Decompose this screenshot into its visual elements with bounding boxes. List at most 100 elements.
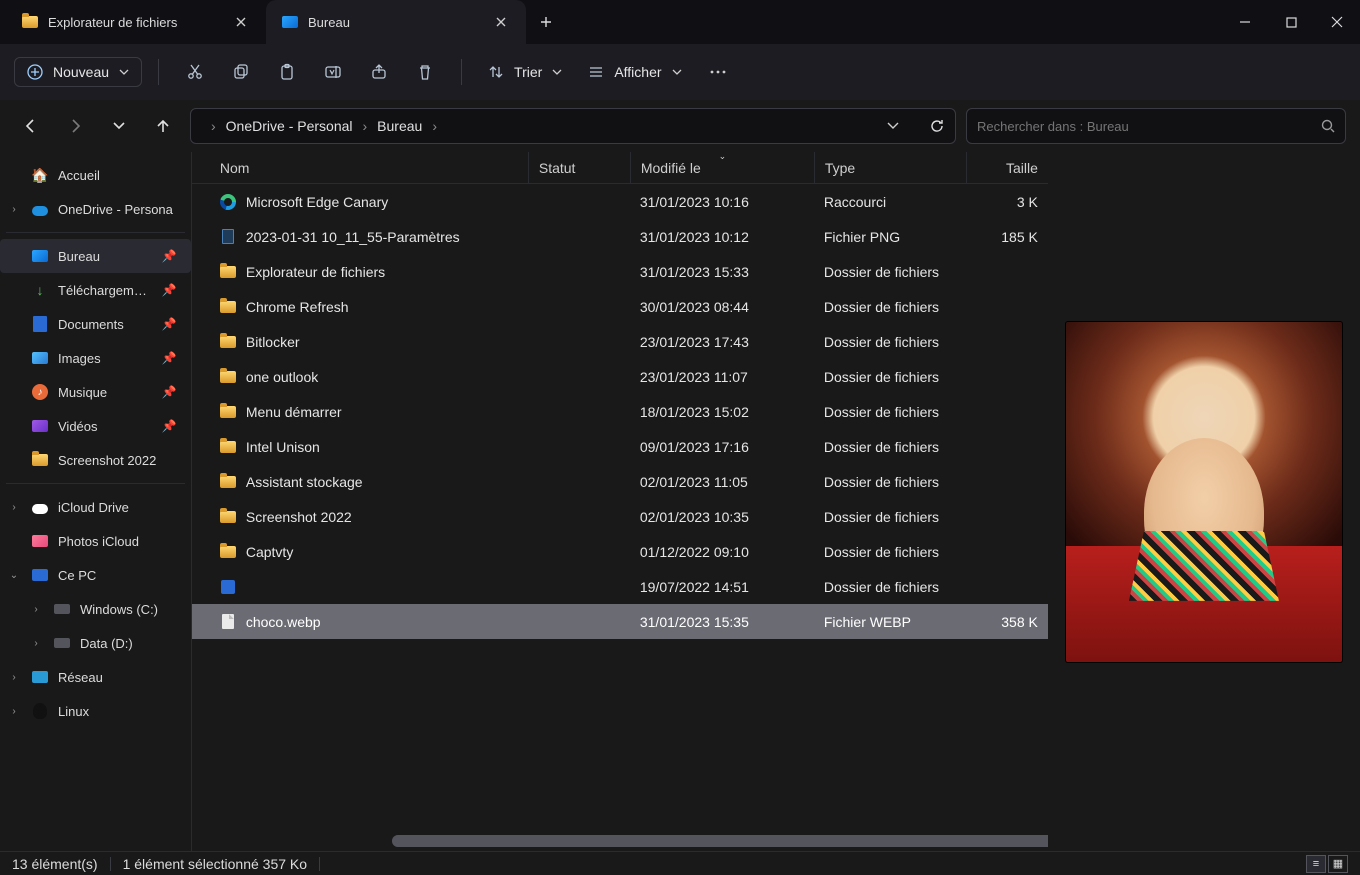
paste-button[interactable] — [267, 52, 307, 92]
scrollbar-thumb[interactable] — [392, 835, 1048, 847]
docs-icon — [30, 316, 50, 332]
search-input[interactable] — [977, 119, 1321, 134]
thumbnails-view-button[interactable]: ▦ — [1328, 855, 1348, 873]
file-row[interactable]: Captvty01/12/2022 09:10Dossier de fichie… — [192, 534, 1048, 569]
copy-button[interactable] — [221, 52, 261, 92]
address-dropdown-button[interactable] — [887, 122, 899, 130]
file-name: Microsoft Edge Canary — [246, 194, 388, 210]
column-header-type[interactable]: Type — [814, 152, 966, 183]
new-tab-button[interactable] — [526, 0, 566, 44]
titlebar: Explorateur de fichiers Bureau — [0, 0, 1360, 44]
sidebar-item-onedrive[interactable]: › OneDrive - Persona — [0, 192, 191, 226]
breadcrumb-leaf[interactable]: Bureau — [377, 118, 422, 134]
file-row[interactable]: choco.webp31/01/2023 15:35Fichier WEBP35… — [192, 604, 1048, 639]
search-box[interactable] — [966, 108, 1346, 144]
sidebar-item-place[interactable]: ›Linux — [0, 694, 191, 728]
file-modified: 23/01/2023 17:43 — [630, 334, 814, 350]
file-row[interactable]: Assistant stockage02/01/2023 11:05Dossie… — [192, 464, 1048, 499]
tab-bureau[interactable]: Bureau — [266, 0, 526, 44]
chevron-icon[interactable]: › — [28, 604, 44, 615]
sidebar-item-quick[interactable]: ♪Musique📌 — [0, 375, 191, 409]
file-row[interactable]: Bitlocker23/01/2023 17:43Dossier de fich… — [192, 324, 1048, 359]
column-header-size[interactable]: Taille — [966, 152, 1048, 183]
file-row[interactable]: Chrome Refresh30/01/2023 08:44Dossier de… — [192, 289, 1048, 324]
new-button-label: Nouveau — [53, 64, 109, 80]
file-row[interactable]: Microsoft Edge Canary31/01/2023 10:16Rac… — [192, 184, 1048, 219]
chevron-down-icon — [119, 69, 129, 75]
chevron-right-icon: › — [363, 118, 368, 134]
sidebar-item-place[interactable]: ⌄Ce PC — [0, 558, 191, 592]
chevron-right-icon[interactable]: › — [6, 204, 22, 215]
tab-explorer[interactable]: Explorateur de fichiers — [6, 0, 266, 44]
rename-button[interactable] — [313, 52, 353, 92]
forward-button[interactable] — [58, 109, 92, 143]
column-header-name[interactable]: Nom — [210, 152, 528, 183]
file-size: 185 K — [966, 229, 1048, 245]
file-modified: 19/07/2022 14:51 — [630, 579, 814, 595]
breadcrumb-root[interactable]: OneDrive - Personal — [226, 118, 353, 134]
sidebar-item-place[interactable]: › Windows (C:) — [0, 592, 191, 626]
file-type: Dossier de fichiers — [814, 404, 966, 420]
column-header-modified[interactable]: ⌄ Modifié le — [630, 152, 814, 183]
share-button[interactable] — [359, 52, 399, 92]
sidebar-item-quick[interactable]: ↓Téléchargements📌 — [0, 273, 191, 307]
file-name: Captvty — [246, 544, 293, 560]
sidebar-item-quick[interactable]: Documents📌 — [0, 307, 191, 341]
file-name: one outlook — [246, 369, 318, 385]
column-header-status[interactable]: Statut — [528, 152, 630, 183]
sidebar-item-place[interactable]: Photos iCloud — [0, 524, 191, 558]
more-button[interactable] — [698, 52, 738, 92]
sidebar-item-place[interactable]: ›Réseau — [0, 660, 191, 694]
file-size: 3 K — [966, 194, 1048, 210]
address-bar[interactable]: › OneDrive - Personal › Bureau › — [190, 108, 956, 144]
view-button[interactable]: Afficher — [578, 58, 691, 86]
close-icon[interactable] — [488, 9, 514, 35]
sort-button[interactable]: Trier — [478, 58, 572, 86]
sidebar-item-place[interactable]: ›Data (D:) — [0, 626, 191, 660]
file-row[interactable]: 2023-01-31 10_11_55-Paramètres31/01/2023… — [192, 219, 1048, 254]
chevron-icon[interactable]: › — [6, 672, 22, 683]
sidebar-item-quick[interactable]: Images📌 — [0, 341, 191, 375]
sidebar-item-label: Documents — [58, 317, 154, 332]
sidebar-item-quick[interactable]: Bureau📌 — [0, 239, 191, 273]
file-row[interactable]: one outlook23/01/2023 11:07Dossier de fi… — [192, 359, 1048, 394]
close-window-button[interactable] — [1314, 0, 1360, 44]
file-row[interactable]: Screenshot 202202/01/2023 10:35Dossier d… — [192, 499, 1048, 534]
chevron-icon[interactable]: › — [6, 706, 22, 717]
chevron-icon[interactable]: › — [6, 502, 22, 513]
minimize-button[interactable] — [1222, 0, 1268, 44]
details-view-button[interactable]: ≡ — [1306, 855, 1326, 873]
file-row[interactable]: Menu démarrer18/01/2023 15:02Dossier de … — [192, 394, 1048, 429]
drive-icon — [52, 604, 72, 614]
delete-button[interactable] — [405, 52, 445, 92]
sidebar-item-quick[interactable]: Vidéos📌 — [0, 409, 191, 443]
close-icon[interactable] — [228, 9, 254, 35]
new-button[interactable]: Nouveau — [14, 57, 142, 87]
file-type: Dossier de fichiers — [814, 439, 966, 455]
tab-strip: Explorateur de fichiers Bureau — [0, 0, 1222, 44]
sidebar-item-label: Windows (C:) — [80, 602, 185, 617]
maximize-button[interactable] — [1268, 0, 1314, 44]
chevron-icon[interactable]: › — [28, 638, 44, 649]
horizontal-scrollbar[interactable] — [392, 835, 1048, 847]
file-row[interactable]: Intel Unison09/01/2023 17:16Dossier de f… — [192, 429, 1048, 464]
desktop-icon — [30, 250, 50, 262]
chevron-icon[interactable]: ⌄ — [6, 570, 22, 581]
file-row[interactable]: 19/07/2022 14:51Dossier de fichiers — [192, 569, 1048, 604]
up-button[interactable] — [146, 109, 180, 143]
sidebar-item-quick[interactable]: Screenshot 2022 — [0, 443, 191, 477]
divider — [110, 857, 111, 871]
file-name: Intel Unison — [246, 439, 320, 455]
status-bar: 13 élément(s) 1 élément sélectionné 357 … — [0, 851, 1360, 875]
pin-icon: 📌 — [162, 249, 185, 263]
cut-button[interactable] — [175, 52, 215, 92]
refresh-button[interactable] — [929, 118, 945, 134]
sidebar-item-label: Images — [58, 351, 154, 366]
file-row[interactable]: Explorateur de fichiers31/01/2023 15:33D… — [192, 254, 1048, 289]
sidebar-item-place[interactable]: › iCloud Drive — [0, 490, 191, 524]
sidebar-item-home[interactable]: 🏠 Accueil — [0, 158, 191, 192]
file-list[interactable]: Microsoft Edge Canary31/01/2023 10:16Rac… — [192, 184, 1048, 851]
back-button[interactable] — [14, 109, 48, 143]
history-button[interactable] — [102, 109, 136, 143]
sidebar-item-label: iCloud Drive — [58, 500, 185, 515]
